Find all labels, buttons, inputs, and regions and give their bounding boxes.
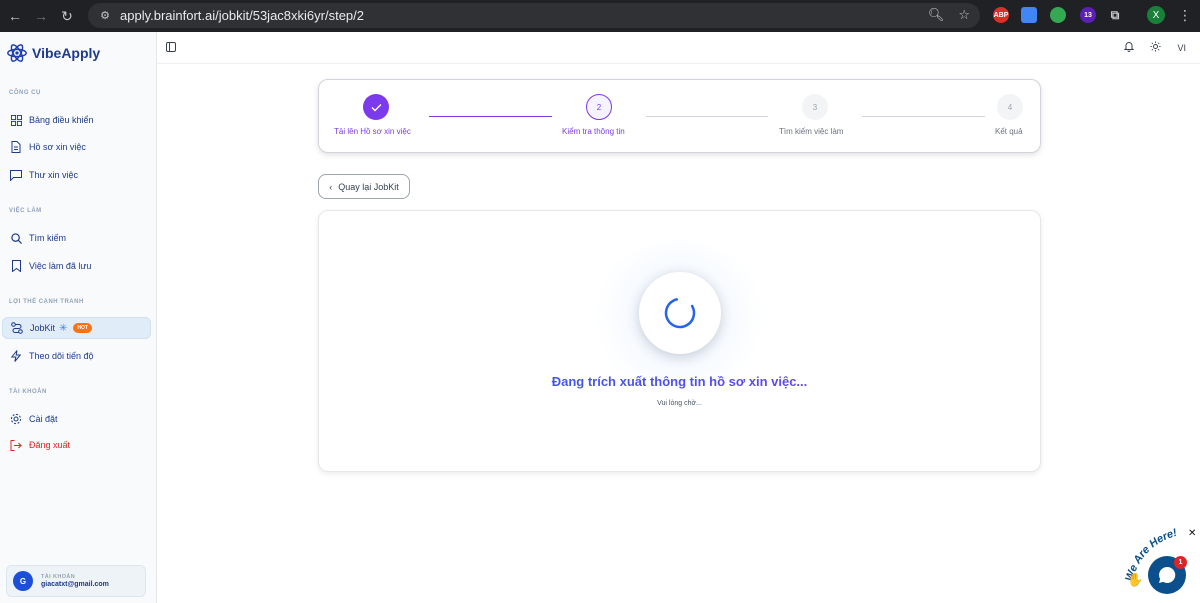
- account-label: TÀI KHOẢN: [41, 574, 76, 580]
- logout-icon: [10, 439, 22, 451]
- step-4-label: Kết quả: [995, 127, 1023, 136]
- step-connector-2: [646, 116, 768, 117]
- sidebar: VibeApply CÔNG CỤ Bảng điều khiển Hồ sơ …: [0, 32, 157, 603]
- extension-icon[interactable]: [1050, 7, 1066, 23]
- step-4-circle: 4: [997, 94, 1023, 120]
- sidebar-item-label: JobKit: [30, 323, 56, 333]
- sidebar-item-label: Việc làm đã lưu: [29, 261, 92, 271]
- extensions-puzzle-icon[interactable]: ⧉: [1107, 7, 1123, 23]
- address-bar[interactable]: ⚙ apply.brainfort.ai/jobkit/53jac8xki6yr…: [88, 3, 980, 28]
- browser-toolbar: ← → ↻ ⚙ apply.brainfort.ai/jobkit/53jac8…: [0, 0, 1200, 32]
- step-connector-1: [429, 116, 552, 117]
- sidebar-item-jobkit[interactable]: JobKit ✳ HOT: [2, 317, 151, 339]
- step-1-check-icon: [363, 94, 389, 120]
- sidebar-item-label: Cài đặt: [29, 414, 58, 424]
- avatar: G: [13, 571, 33, 591]
- sidebar-toggle-icon[interactable]: [166, 42, 176, 52]
- gear-icon: [10, 413, 22, 425]
- top-bar: VI: [157, 32, 1200, 64]
- wave-hand-icon: ✋: [1127, 572, 1144, 587]
- zoom-icon[interactable]: 🔍︎: [928, 7, 945, 23]
- section-label-advantage: LỢI THẾ CẠNH TRANH: [9, 299, 84, 305]
- step-2-label: Kiểm tra thông tin: [562, 127, 625, 136]
- step-3-label: Tìm kiếm việc làm: [779, 127, 844, 136]
- search-icon: [10, 232, 22, 244]
- sidebar-item-saved-jobs[interactable]: Việc làm đã lưu: [2, 255, 151, 277]
- sidebar-item-label: Bảng điều khiển: [29, 115, 94, 125]
- language-switch[interactable]: VI: [1177, 43, 1186, 53]
- spinner-icon: [664, 297, 696, 329]
- loading-card: Đang trích xuất thông tin hồ sơ xin việc…: [318, 210, 1041, 472]
- browser-menu-icon[interactable]: ⋮: [1178, 7, 1192, 24]
- grid-icon: [10, 114, 22, 126]
- hot-badge: HOT: [73, 323, 92, 333]
- sidebar-item-label: Hồ sơ xin việc: [29, 142, 86, 152]
- profile-avatar[interactable]: X: [1147, 6, 1165, 24]
- progress-stepper: Tải lên Hồ sơ xin việc 2 Kiểm tra thông …: [318, 79, 1041, 153]
- section-label-tools: CÔNG CỤ: [9, 90, 41, 96]
- url-text: apply.brainfort.ai/jobkit/53jac8xki6yr/s…: [120, 8, 364, 23]
- sidebar-item-label: Đăng xuất: [29, 440, 71, 450]
- chevron-left-icon: ‹: [329, 181, 333, 192]
- forward-arrow-icon[interactable]: →: [30, 5, 52, 27]
- sidebar-item-settings[interactable]: Cài đặt: [2, 408, 151, 430]
- bookmark-star-icon[interactable]: ☆: [958, 7, 970, 23]
- sidebar-item-resume[interactable]: Hồ sơ xin việc: [2, 136, 151, 158]
- site-settings-icon[interactable]: ⚙: [94, 9, 116, 22]
- sidebar-item-label: Theo dõi tiến độ: [29, 351, 94, 361]
- sidebar-item-label: Thư xin việc: [29, 170, 79, 180]
- step-connector-3: [862, 116, 985, 117]
- document-icon: [10, 141, 22, 153]
- back-arrow-icon[interactable]: ←: [4, 5, 26, 27]
- route-icon: [11, 322, 23, 334]
- loading-subtitle: Vui lòng chờ...: [657, 400, 702, 407]
- sidebar-item-dashboard[interactable]: Bảng điều khiển: [2, 109, 151, 131]
- sparkle-icon: ✳: [59, 322, 68, 334]
- back-to-jobkit-button[interactable]: ‹ Quay lại JobKit: [318, 174, 410, 199]
- step-1-label: Tải lên Hồ sơ xin việc: [334, 127, 411, 136]
- sidebar-item-logout[interactable]: Đăng xuất: [2, 434, 151, 456]
- account-email: giacatxt@gmail.com: [41, 581, 109, 588]
- extension-badge-icon[interactable]: 13: [1080, 7, 1096, 23]
- section-label-jobs: VIỆC LÀM: [9, 208, 42, 214]
- bookmark-icon: [10, 260, 22, 272]
- loading-title: Đang trích xuất thông tin hồ sơ xin việc…: [319, 374, 1040, 389]
- sidebar-item-label: Tìm kiếm: [29, 233, 66, 243]
- back-button-label: Quay lại JobKit: [338, 181, 399, 192]
- step-3-circle: 3: [802, 94, 828, 120]
- message-icon: [10, 169, 22, 181]
- adblock-extension-icon[interactable]: ABP: [993, 7, 1009, 23]
- atom-logo-icon: [7, 44, 27, 62]
- brand-name: VibeApply: [32, 45, 101, 61]
- reload-icon[interactable]: ↻: [56, 5, 78, 27]
- sidebar-item-cover-letter[interactable]: Thư xin việc: [2, 164, 151, 186]
- bell-icon[interactable]: [1124, 41, 1135, 54]
- sun-icon[interactable]: [1150, 41, 1162, 54]
- sidebar-item-progress[interactable]: Theo dõi tiến độ: [2, 345, 151, 367]
- lightning-icon: [10, 350, 22, 362]
- brand-logo[interactable]: VibeApply: [6, 42, 100, 64]
- chat-notification-badge: 1: [1174, 556, 1187, 569]
- step-2-circle: 2: [586, 94, 612, 120]
- chat-bubble-icon: [1159, 566, 1176, 583]
- loading-spinner: [639, 272, 721, 354]
- account-card[interactable]: G TÀI KHOẢN giacatxt@gmail.com: [6, 565, 146, 597]
- translate-extension-icon[interactable]: [1021, 7, 1037, 23]
- section-label-account: TÀI KHOẢN: [9, 389, 47, 395]
- sidebar-item-search[interactable]: Tìm kiếm: [2, 227, 151, 249]
